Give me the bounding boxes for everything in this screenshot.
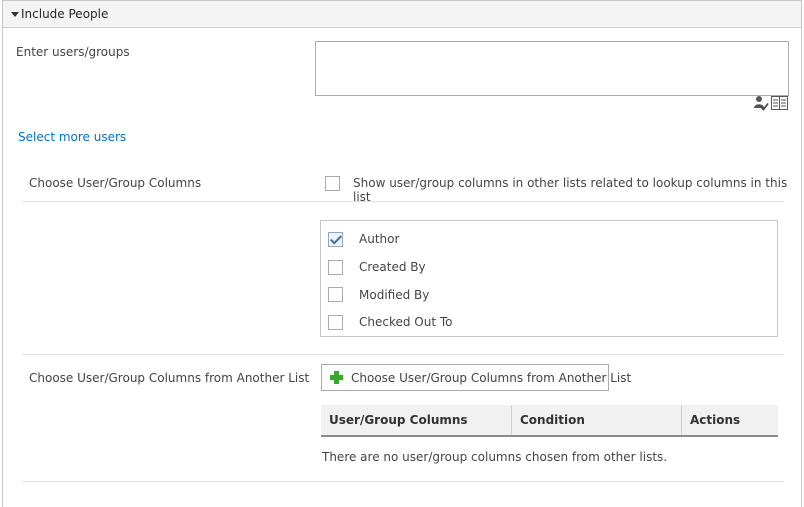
column-label-checked-out-to: Checked Out To <box>359 315 453 329</box>
section-title: Include People <box>21 7 109 21</box>
column-checkbox-author[interactable] <box>328 232 343 247</box>
column-label-author: Author <box>359 232 400 246</box>
column-label-created-by: Created By <box>359 260 426 274</box>
grid-header: User/Group Columns Condition Actions <box>321 405 778 437</box>
check-names-icon[interactable] <box>753 95 769 111</box>
divider <box>22 354 784 355</box>
empty-grid-message: There are no user/group columns chosen f… <box>322 450 668 464</box>
grid-header-actions: Actions <box>690 413 741 427</box>
grid-header-user-group-columns: User/Group Columns <box>321 405 512 435</box>
related-lists-checkbox[interactable] <box>325 176 340 191</box>
select-more-users-link[interactable]: Select more users <box>18 130 126 144</box>
grid-header-condition: Condition <box>512 405 682 435</box>
choose-columns-from-another-list-button[interactable]: Choose User/Group Columns from Another L… <box>321 364 631 391</box>
choose-columns-label: Choose User/Group Columns <box>29 176 202 190</box>
divider <box>22 201 784 202</box>
address-book-icon[interactable] <box>771 96 788 110</box>
column-checkbox-created-by[interactable] <box>328 260 343 275</box>
collapse-arrow-icon[interactable] <box>11 12 19 17</box>
divider <box>22 481 784 482</box>
section-header[interactable]: Include People <box>3 1 801 28</box>
column-checkbox-modified-by[interactable] <box>328 287 343 302</box>
column-label-modified-by: Modified By <box>359 288 430 302</box>
enter-users-label: Enter users/groups <box>16 45 130 59</box>
people-picker-input[interactable] <box>315 41 789 96</box>
related-lists-checkbox-label: Show user/group columns in other lists r… <box>353 176 788 204</box>
add-list-button-label: Choose User/Group Columns from Another L… <box>351 371 632 385</box>
another-list-label: Choose User/Group Columns from Another L… <box>29 371 310 385</box>
column-checkbox-checked-out-to[interactable] <box>328 315 343 330</box>
add-icon <box>330 371 343 384</box>
